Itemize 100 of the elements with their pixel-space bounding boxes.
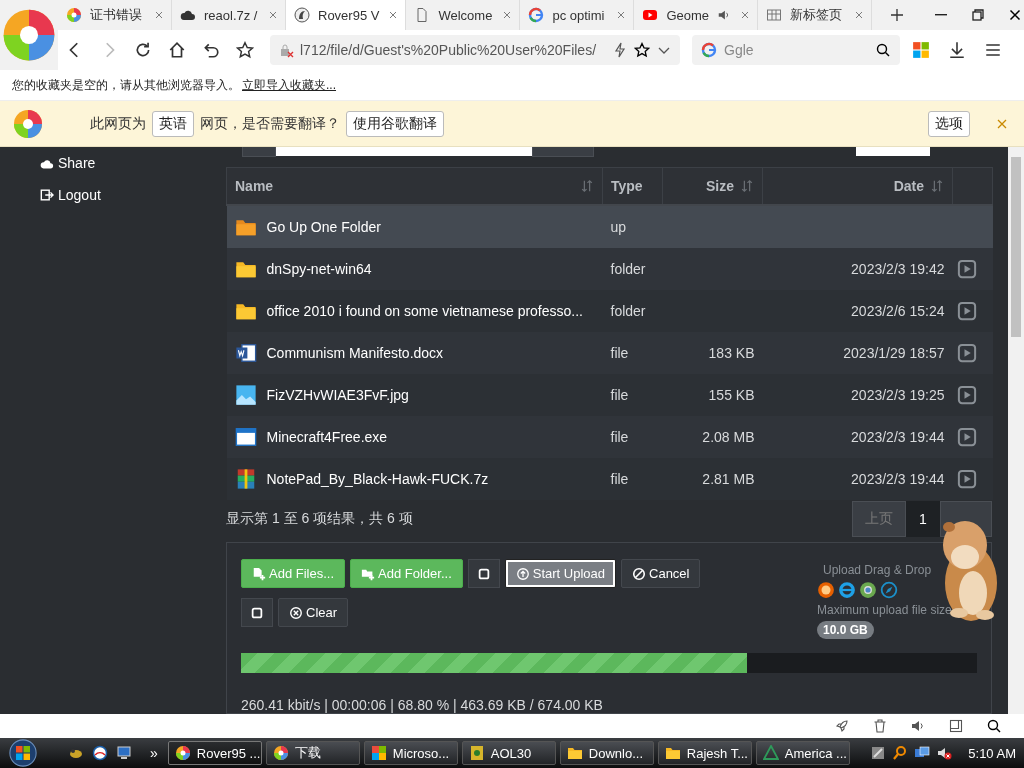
sidebar-link[interactable]: Share: [58, 155, 96, 171]
home-icon: [168, 41, 186, 59]
search-icon: [875, 42, 891, 58]
file-name: dnSpy-net-win64: [266, 261, 372, 277]
up-icon: [515, 566, 530, 581]
play-glyph-icon: [956, 427, 977, 447]
app-icon: [762, 745, 779, 761]
file-name: NotePad_By_Black-Hawk-FUCK.7z: [266, 471, 489, 487]
file-date: 2023/2/3 19:44: [851, 429, 945, 445]
clock: 5:10 AM: [968, 745, 1016, 761]
upload-button[interactable]: Start Upload: [504, 559, 616, 588]
drop-hint: Upload Drag & Drop: [822, 563, 932, 577]
google-icon: [701, 42, 717, 58]
translate-prompt: 此网页为: [90, 114, 146, 133]
filter-field[interactable]: [856, 147, 930, 156]
lightning-icon: [612, 42, 628, 58]
file-date: 2023/2/3 19:42: [851, 261, 945, 277]
download-icon: [948, 41, 966, 59]
import-bookmarks-link[interactable]: 立即导入收藏夹...: [242, 76, 336, 94]
taskbar-button[interactable]: Downlo...: [559, 741, 654, 765]
sort-arrows-icon: [930, 179, 944, 193]
taskbar-button[interactable]: Microso...: [363, 741, 458, 765]
column-header[interactable]: Date: [762, 167, 953, 205]
taskbar-button[interactable]: 下载: [265, 741, 360, 765]
search-icon: [892, 745, 909, 761]
file-date: 2023/2/3 19:44: [851, 471, 945, 487]
taskbar-button[interactable]: Rover95 ...: [167, 741, 262, 765]
scrollbar[interactable]: [1008, 147, 1024, 714]
play-glyph-icon: [956, 301, 977, 321]
search-field[interactable]: [276, 147, 532, 156]
muted-speaker-icon: [936, 745, 953, 761]
bookmark-star-icon: [236, 41, 254, 59]
browser-tab[interactable]: Rover95 V: [286, 0, 407, 30]
app-icon: [468, 745, 485, 761]
file-row[interactable]: Minecraft4Free.exe file 2.08 MB 2023/2/3 19:44: [226, 416, 993, 458]
options-button[interactable]: 选项: [928, 110, 970, 137]
sort-arrows-icon: [740, 179, 754, 193]
file-type: file: [610, 345, 629, 361]
toggle-button[interactable]: [241, 598, 273, 627]
file-row[interactable]: FizVZHvWIAE3FvF.jpg file 155 KB 2023/2/3 19:25: [226, 374, 993, 416]
taskbar-button[interactable]: Rajesh T...: [657, 741, 752, 765]
file-row[interactable]: office 2010 i found on some vietnamese professo... folder 2023/2/6 15:24: [226, 290, 993, 332]
file-row[interactable]: Communism Manifesto.docx file 183 KB 2023/1/29 18:57: [226, 332, 993, 374]
file-size: 183 KB: [708, 345, 755, 361]
language-button[interactable]: 英语: [152, 110, 194, 137]
sort-icon[interactable]: [580, 179, 594, 193]
file-name: office 2010 i found on some vietnamese professo...: [266, 303, 583, 319]
tab-favicon-icon: [66, 7, 82, 23]
file-add-icon: [252, 566, 266, 581]
more-button[interactable]: »: [150, 745, 158, 761]
x-icon: [289, 605, 303, 620]
upload-button[interactable]: Clear: [278, 598, 349, 627]
tab-favicon-icon: [766, 7, 783, 23]
tab-favicon-icon: [528, 7, 545, 23]
toggle-button[interactable]: [467, 559, 500, 588]
address-bar[interactable]: l712/file/d/Guest's%20Public%20User%20Files/: [270, 35, 680, 65]
speaker-icon: [910, 718, 926, 734]
sort-arrows-icon: [580, 179, 594, 193]
file-row[interactable]: Go Up One Folder up: [226, 205, 993, 248]
reload-icon: [134, 41, 152, 59]
file-name: Communism Manifesto.docx: [266, 345, 444, 361]
logout-icon: [40, 187, 54, 202]
file-row[interactable]: NotePad_By_Black-Hawk-FUCK.7z file 2.81 MB 2023/2/3 19:44: [226, 458, 993, 500]
file-size: 2.08 MB: [702, 429, 755, 445]
file-type: folder: [610, 261, 646, 277]
upload-stats: 260.41 kbit/s | 00:00:06 | 68.80 % | 463.69 KB / 674.00 KB: [241, 697, 604, 713]
page-button[interactable]: 1: [906, 501, 940, 537]
sort-icon[interactable]: [930, 179, 944, 193]
translate-prompt: 网页，是否需要翻译？: [200, 114, 340, 133]
column-header[interactable]: Size: [662, 167, 763, 205]
bookmarks-message: 您的收藏夹是空的，请从其他浏览器导入。: [12, 76, 240, 94]
play-glyph-icon: [956, 469, 977, 489]
image-file-icon: [234, 384, 257, 406]
file-date: 2023/2/3 19:25: [851, 387, 945, 403]
not-secure-icon: [278, 42, 294, 58]
star-icon: [634, 42, 650, 58]
max-size-badge: 10.0 GB: [817, 621, 874, 639]
ie-icon: [838, 581, 856, 599]
square-icon: [476, 566, 491, 581]
taskbar-button[interactable]: America ...: [755, 741, 850, 765]
browser-logo-icon: [12, 107, 44, 140]
tab-close-icon: [153, 9, 165, 21]
column-header[interactable]: Name: [226, 167, 603, 205]
taskbar-button[interactable]: AOL30: [461, 741, 556, 765]
sort-icon[interactable]: [740, 179, 754, 193]
file-type: file: [610, 387, 629, 403]
trash-icon: [872, 718, 888, 734]
rocket-icon: [834, 718, 850, 734]
translate-button[interactable]: 使用谷歌翻译: [346, 110, 444, 137]
file-name: Minecraft4Free.exe: [266, 429, 388, 445]
monitor-icon: [116, 745, 132, 761]
search-field[interactable]: Ggle: [692, 35, 900, 65]
column-header[interactable]: Type: [602, 167, 663, 205]
file-row[interactable]: dnSpy-net-win64 folder 2023/2/3 19:42: [226, 248, 993, 290]
file-type: file: [610, 429, 629, 445]
upload-button[interactable]: Cancel: [621, 559, 701, 588]
file-date: 2023/2/6 15:24: [851, 303, 945, 319]
sidebar-link[interactable]: Logout: [58, 186, 101, 203]
play-glyph-icon: [956, 343, 977, 363]
app-icon: [664, 745, 681, 761]
